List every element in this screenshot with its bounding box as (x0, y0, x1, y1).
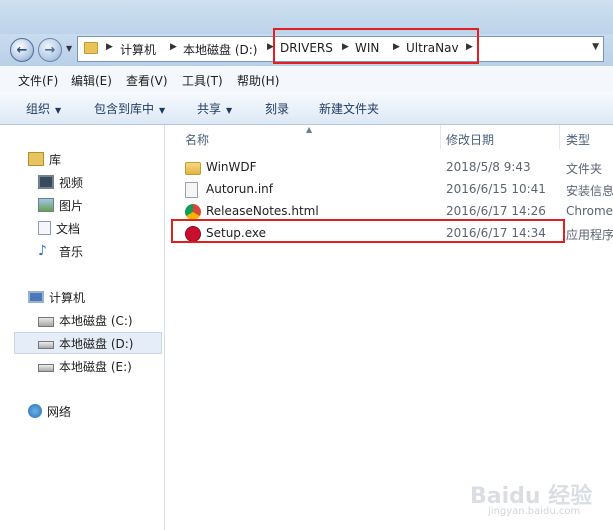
burn-button[interactable]: 刻录 (265, 100, 289, 117)
file-type: 文件夹 (566, 162, 603, 176)
new-folder-button[interactable]: 新建文件夹 (319, 100, 379, 117)
watermark-url: jingyan.baidu.com (488, 506, 581, 517)
file-name: ReleaseNotes.html (206, 204, 319, 218)
forward-button[interactable]: → (38, 38, 62, 62)
file-row[interactable]: WinWDF 2018/5/8 9:43 文件夹 (185, 157, 613, 179)
menu-bar: 文件(F) 编辑(E) 查看(V) 工具(T) 帮助(H) (0, 66, 613, 93)
address-dropdown-icon[interactable]: ▼ (592, 42, 599, 52)
recent-pages-dropdown-icon[interactable]: ▼ (66, 44, 72, 53)
menu-tools[interactable]: 工具(T) (182, 72, 223, 89)
share-button[interactable]: 共享 ▼ (197, 100, 232, 117)
organize-button[interactable]: 组织 ▼ (26, 100, 61, 117)
organize-label: 组织 (26, 102, 51, 116)
nav-drive-e[interactable]: 本地磁盘 (E:) (38, 356, 132, 376)
picture-icon (38, 198, 54, 212)
document-icon (38, 221, 51, 235)
nav-computer[interactable]: 计算机 (28, 287, 85, 307)
nav-videos[interactable]: 视频 (38, 172, 83, 192)
forward-arrow-icon: → (44, 42, 56, 58)
menu-view[interactable]: 查看(V) (126, 72, 168, 89)
navigation-pane: 库 视频 图片 文档 ♪ 音乐 计算机 本地磁盘 (C:) 本地磁盘 (D:) … (0, 125, 165, 530)
nav-drive-d[interactable]: 本地磁盘 (D:) (38, 333, 133, 353)
column-header-name[interactable]: 名称 (185, 131, 209, 148)
back-arrow-icon: ← (16, 42, 28, 58)
nav-drive-d-label: 本地磁盘 (D:) (59, 336, 134, 351)
file-type: Chrome (566, 204, 613, 218)
address-highlight-box (273, 28, 479, 64)
breadcrumb-separator-icon[interactable]: ▶ (106, 42, 113, 52)
chevron-down-icon: ▼ (159, 106, 166, 115)
drive-icon (38, 341, 54, 349)
file-date: 2016/6/17 14:26 (446, 204, 546, 218)
breadcrumb-computer[interactable]: 计算机 (120, 41, 156, 58)
breadcrumb-separator-icon[interactable]: ▶ (170, 42, 177, 52)
menu-help[interactable]: 帮助(H) (237, 72, 279, 89)
video-icon (38, 175, 54, 189)
column-divider[interactable] (559, 125, 560, 149)
nav-drive-c[interactable]: 本地磁盘 (C:) (38, 310, 133, 330)
folder-icon (84, 42, 98, 54)
file-name: Autorun.inf (206, 182, 273, 196)
nav-documents[interactable]: 文档 (38, 218, 80, 238)
column-header-date[interactable]: 修改日期 (446, 131, 494, 148)
settings-file-icon (185, 182, 198, 198)
file-row[interactable]: Autorun.inf 2016/6/15 10:41 安装信息 (185, 179, 613, 201)
file-type: 安装信息 (566, 184, 613, 198)
back-button[interactable]: ← (10, 38, 34, 62)
library-icon (28, 152, 44, 166)
file-date: 2016/6/15 10:41 (446, 182, 546, 196)
include-in-library-label: 包含到库中 (94, 102, 155, 116)
share-label: 共享 (197, 102, 222, 116)
nav-music-label: 音乐 (59, 244, 84, 259)
nav-computer-label: 计算机 (49, 290, 86, 305)
nav-documents-label: 文档 (56, 221, 81, 236)
include-in-library-button[interactable]: 包含到库中 ▼ (94, 100, 165, 117)
nav-libraries[interactable]: 库 (28, 149, 61, 169)
breadcrumb-drive-d[interactable]: 本地磁盘 (D:) (183, 41, 257, 58)
music-note-icon: ♪ (38, 243, 47, 259)
chevron-down-icon: ▼ (55, 106, 62, 115)
nav-pictures-label: 图片 (59, 198, 84, 213)
column-header-type[interactable]: 类型 (566, 131, 590, 148)
nav-network-label: 网络 (47, 404, 72, 419)
chevron-down-icon: ▼ (226, 106, 233, 115)
sort-ascending-icon: ▲ (306, 125, 313, 134)
system-drive-icon (38, 317, 54, 327)
nav-drive-c-label: 本地磁盘 (C:) (59, 313, 133, 328)
computer-icon (28, 291, 44, 303)
column-divider[interactable] (440, 125, 441, 149)
nav-drive-e-label: 本地磁盘 (E:) (59, 359, 132, 374)
menu-file[interactable]: 文件(F) (18, 72, 58, 89)
nav-music[interactable]: ♪ 音乐 (38, 241, 83, 261)
nav-libraries-label: 库 (49, 152, 62, 167)
nav-videos-label: 视频 (59, 175, 84, 190)
network-icon (28, 404, 42, 418)
folder-icon (185, 162, 201, 175)
drive-icon (38, 364, 54, 372)
file-name: WinWDF (206, 160, 257, 174)
file-list-pane: ▲ 名称 修改日期 类型 WinWDF 2018/5/8 9:43 文件夹 Au… (165, 125, 613, 530)
chrome-icon (185, 204, 201, 220)
file-type: 应用程序 (566, 228, 613, 242)
file-date: 2018/5/8 9:43 (446, 160, 531, 174)
setup-highlight-box (171, 219, 565, 243)
menu-edit[interactable]: 编辑(E) (71, 72, 112, 89)
command-toolbar: 组织 ▼ 包含到库中 ▼ 共享 ▼ 刻录 新建文件夹 (0, 92, 613, 125)
nav-pictures[interactable]: 图片 (38, 195, 83, 215)
nav-network[interactable]: 网络 (28, 401, 71, 421)
